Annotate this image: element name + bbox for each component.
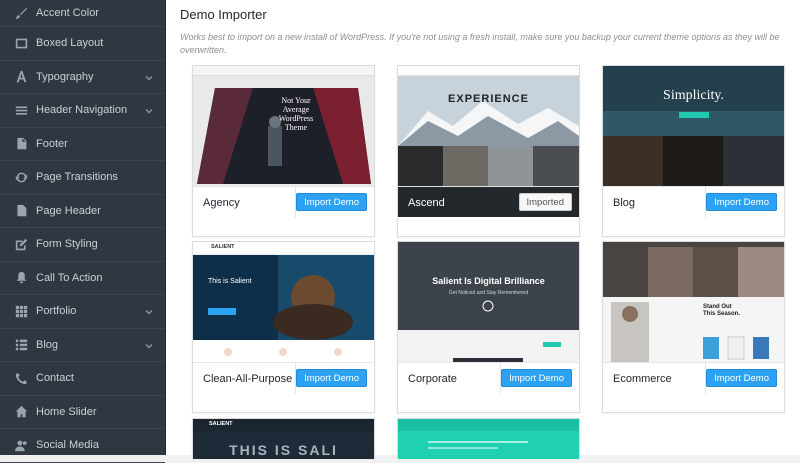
refresh-icon <box>14 170 28 184</box>
sidebar-item-label: Page Transitions <box>36 171 118 184</box>
sidebar-item-page-header[interactable]: Page Header <box>0 195 165 228</box>
sidebar-item-label: Call To Action <box>36 271 103 284</box>
import-demo-button[interactable]: Import Demo <box>706 193 777 211</box>
sidebar-item-label: Form Styling <box>36 238 98 251</box>
thumb-headline: Theme <box>284 123 308 132</box>
sidebar-item-form-styling[interactable]: Form Styling <box>0 228 165 262</box>
demo-card-ascend: EXPERIENCE Ascend Imported <box>397 65 580 237</box>
thumb-headline: This is Salient <box>208 278 252 285</box>
sidebar-item-typography[interactable]: Typography <box>0 61 165 94</box>
users-icon <box>14 438 28 452</box>
demo-card-blog: Simplicity. Blog Import Demo <box>602 65 785 237</box>
thumb-headline: EXPERIENCE <box>448 93 529 105</box>
demo-importer-panel: Demo Importer Works best to import on a … <box>166 0 800 459</box>
sidebar-item-social-media[interactable]: Social Media <box>0 429 165 463</box>
demo-name: Ecommerce <box>613 373 672 385</box>
demo-card-footer: Agency Import Demo <box>193 186 374 218</box>
brush-icon <box>14 6 28 20</box>
demo-thumbnail: Simplicity. <box>603 66 784 186</box>
import-demo-button[interactable]: Import Demo <box>296 193 367 211</box>
sidebar-item-label: Accent Color <box>36 7 99 19</box>
grid-icon <box>14 304 28 318</box>
demo-card-footer: Ecommerce Import Demo <box>603 362 784 394</box>
demo-thumbnail: SALIENT THIS IS SALI <box>193 419 374 459</box>
import-demo-button[interactable]: Import Demo <box>296 369 367 387</box>
boxed-layout-icon <box>14 36 28 50</box>
sidebar-item-footer[interactable]: Footer <box>0 128 165 161</box>
demo-card-footer: Corporate Import Demo <box>398 362 579 394</box>
menu-icon <box>14 103 28 117</box>
sidebar-item-label: Header Navigation <box>36 104 128 117</box>
sidebar-item-label: Footer <box>36 137 68 150</box>
demo-card-footer: Clean-All-Purpose Import Demo <box>193 362 374 394</box>
demo-card-clean-all-purpose: SALIENT This is Salient Clean-All-Purpos… <box>192 241 375 413</box>
sidebar-item-label: Social Media <box>36 439 99 452</box>
sidebar-item-header-navigation[interactable]: Header Navigation <box>0 94 165 128</box>
typography-icon <box>14 70 28 84</box>
chevron-down-icon <box>145 307 153 315</box>
sidebar-item-label: Home Slider <box>36 405 97 418</box>
sidebar-item-label: Typography <box>36 70 94 83</box>
chevron-down-icon <box>145 73 153 81</box>
thumb-headline: This Season. <box>703 311 741 317</box>
demo-thumbnail: EXPERIENCE <box>398 66 579 186</box>
thumb-headline: THIS IS SALI <box>229 442 338 458</box>
thumb-headline: Not Your <box>281 96 311 105</box>
file-icon <box>14 137 28 151</box>
demo-thumbnail <box>398 419 579 459</box>
imported-button[interactable]: Imported <box>518 193 572 211</box>
thumb-headline: Stand Out <box>703 304 732 310</box>
import-demo-button[interactable]: Import Demo <box>706 369 777 387</box>
demo-thumbnail: Stand Out This Season. <box>603 242 784 362</box>
demo-card-corporate: Salient Is Digital Brilliance Get Notice… <box>397 241 580 413</box>
thumb-headline: WordPress <box>278 114 314 123</box>
home-icon <box>14 405 28 419</box>
demo-thumbnail: Not Your Average WordPress Theme <box>193 66 374 186</box>
sidebar-item-label: Boxed Layout <box>36 37 104 50</box>
sidebar-item-portfolio[interactable]: Portfolio <box>0 295 165 329</box>
demo-card-agency: Not Your Average WordPress Theme Agency … <box>192 65 375 237</box>
thumb-headline: Simplicity. <box>663 88 724 103</box>
page-title: Demo Importer <box>180 7 267 22</box>
page-description: Works best to import on a new install of… <box>180 32 780 55</box>
thumb-logo: SALIENT <box>209 421 233 427</box>
options-sidebar: Accent Color Boxed Layout Typography Hea… <box>0 0 166 463</box>
sidebar-item-boxed-layout[interactable]: Boxed Layout <box>0 27 165 61</box>
file-icon <box>14 204 28 218</box>
demo-card-footer: Blog Import Demo <box>603 186 784 218</box>
phone-icon <box>14 371 28 385</box>
demo-card-ecommerce: Stand Out This Season. Ecommerce Import … <box>602 241 785 413</box>
sidebar-item-call-to-action[interactable]: Call To Action <box>0 262 165 295</box>
demo-name: Clean-All-Purpose <box>203 373 293 385</box>
list-icon <box>14 338 28 352</box>
edit-icon <box>14 237 28 251</box>
sidebar-item-home-slider[interactable]: Home Slider <box>0 396 165 429</box>
sidebar-item-label: Page Header <box>36 204 101 217</box>
sidebar-item-blog[interactable]: Blog <box>0 329 165 362</box>
demo-card-footer: Ascend Imported <box>398 186 579 217</box>
demo-name: Agency <box>203 197 240 209</box>
demo-card-partial <box>397 418 580 459</box>
sidebar-item-label: Blog <box>36 338 59 351</box>
chevron-down-icon <box>145 341 153 349</box>
thumb-headline: Average <box>282 105 310 114</box>
demo-name: Blog <box>613 197 636 209</box>
demo-name: Ascend <box>408 197 445 209</box>
chevron-down-icon <box>145 106 153 114</box>
demo-thumbnail: Salient Is Digital Brilliance Get Notice… <box>398 242 579 362</box>
sidebar-item-accent-color[interactable]: Accent Color <box>0 0 165 27</box>
demo-name: Corporate <box>408 373 457 385</box>
bell-icon <box>14 271 28 285</box>
sidebar-item-label: Contact <box>36 372 74 385</box>
sidebar-item-label: Portfolio <box>36 305 77 318</box>
demo-card-partial: SALIENT THIS IS SALI <box>192 418 375 459</box>
sidebar-item-contact[interactable]: Contact <box>0 362 165 396</box>
import-demo-button[interactable]: Import Demo <box>501 369 572 387</box>
sidebar-item-page-transitions[interactable]: Page Transitions <box>0 161 165 195</box>
thumb-subheadline: Get Noticed and Stay Remembered <box>448 290 529 296</box>
demo-thumbnail: SALIENT This is Salient <box>193 242 374 362</box>
thumb-headline: Salient Is Digital Brilliance <box>432 276 545 286</box>
